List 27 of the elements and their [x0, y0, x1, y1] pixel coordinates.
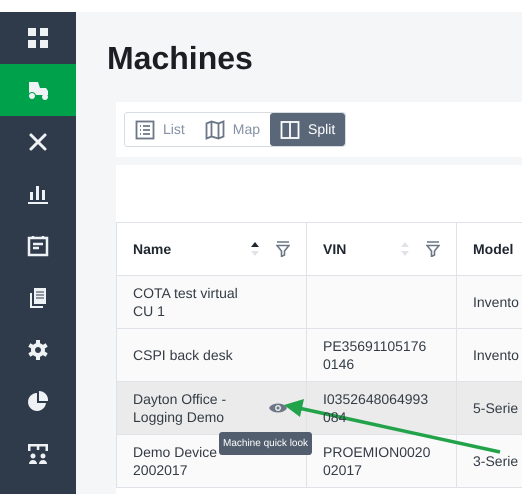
table-cell-text: COTA test virtual CU 1 [133, 284, 239, 320]
page-title: Machines [107, 39, 254, 78]
table-cell-text: Dayton Office - Logging Demo [133, 390, 228, 426]
table-cell: Invento [473, 346, 519, 362]
table-cell-text: PE356911051760146 [323, 337, 428, 373]
table-cell: 3-Serie [473, 452, 518, 468]
view-tab[interactable]: Split [270, 113, 346, 146]
table-cell: Invento [473, 294, 519, 310]
map-icon [204, 120, 225, 140]
split-view-icon [280, 120, 300, 140]
table-row[interactable]: COTA test virtual CU 1 Invento [116, 276, 522, 328]
list-icon [135, 120, 155, 140]
calendar-icon [26, 234, 50, 258]
grid-icon [26, 26, 50, 50]
org-chart-icon [26, 442, 50, 466]
settings-icon [26, 338, 50, 362]
table-cell: 5-Serie [473, 400, 518, 416]
tooltip: Machine quick look [219, 432, 312, 455]
table-cell-text: PROEMION002002017 [323, 443, 432, 479]
table-row[interactable]: CSPI back desk PE356911051760146 Invento [116, 328, 522, 382]
pie-chart-icon [26, 390, 50, 414]
filter-icon[interactable] [276, 241, 290, 257]
table-cell-text: CSPI back desk [133, 346, 234, 364]
filter-icon[interactable] [426, 241, 440, 257]
sort-icon[interactable] [250, 241, 260, 257]
table-cell-text: Demo Device 2002017 [133, 443, 218, 479]
eye-icon[interactable] [268, 401, 288, 415]
